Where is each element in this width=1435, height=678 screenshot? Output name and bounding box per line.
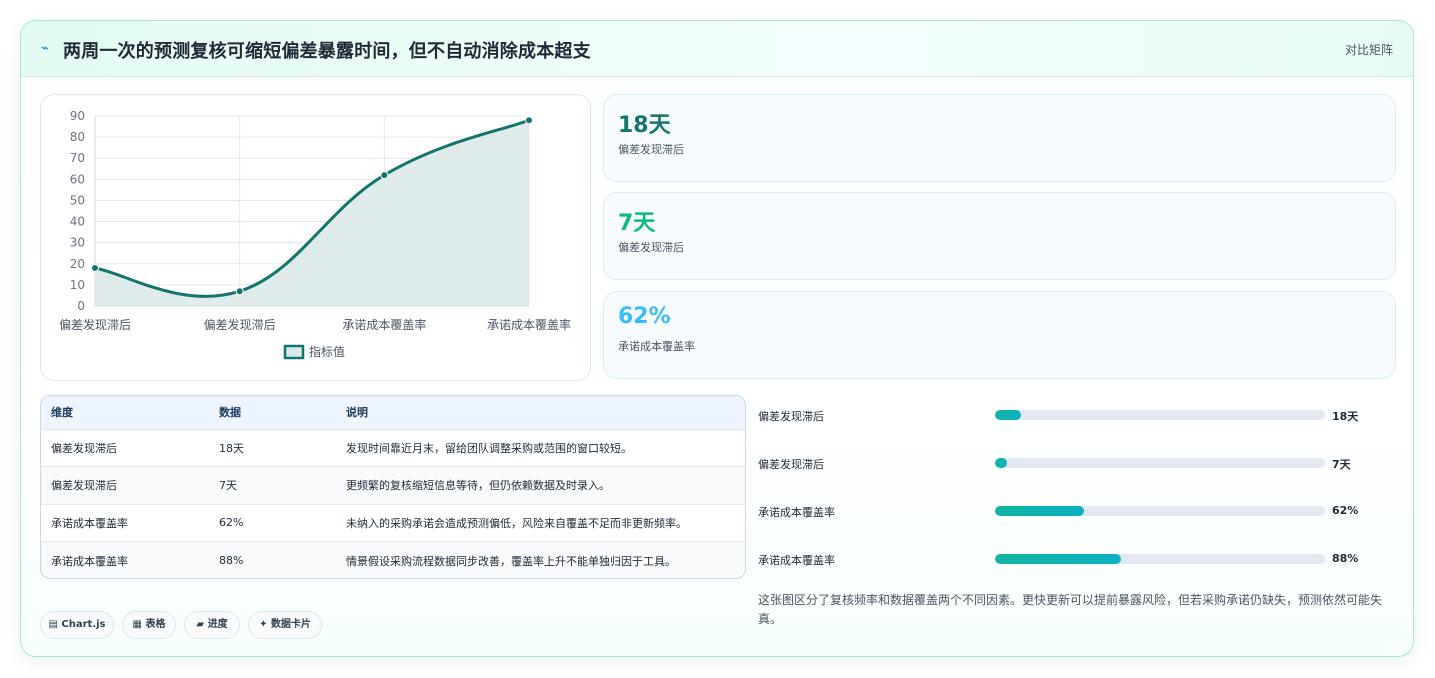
progress-track <box>995 458 1325 468</box>
y-tick-label: 40 <box>70 215 85 229</box>
data-table-panel: 维度 数据 说明 偏差发现滞后 18天 发现时间靠近月末，留给团队调整采购或范围… <box>40 395 746 579</box>
column-header-dimension: 维度 <box>51 406 73 420</box>
progress-label: 偏差发现滞后 <box>758 458 824 471</box>
progress-fill <box>995 458 1007 468</box>
report-card: ⌁ 两周一次的预测复核可缩短偏差暴露时间，但不自动消除成本超支 对比矩阵 0 10… <box>20 20 1414 657</box>
progress-track <box>995 554 1325 564</box>
y-tick-label: 20 <box>70 257 85 271</box>
progress-label: 承诺成本覆盖率 <box>758 506 835 519</box>
progress-row: 偏差发现滞后 18天 <box>758 405 1398 425</box>
y-tick-label: 80 <box>70 130 85 144</box>
stat-value: 18天 <box>618 113 671 138</box>
data-point <box>235 287 244 296</box>
table-row: 承诺成本覆盖率 62% 未纳入的采购承诺会造成预测偏低，风险来自覆盖不足而非更新… <box>41 504 745 542</box>
table-cell: 更频繁的复核缩短信息等待，但仍依赖数据及时录入。 <box>346 479 610 493</box>
column-header-data: 数据 <box>219 406 241 420</box>
chip-progress[interactable]: ▰ 进度 <box>184 611 240 639</box>
progress-value: 7天 <box>1332 458 1351 471</box>
stat-label: 偏差发现滞后 <box>618 143 684 156</box>
chip-chartjs[interactable]: ▤ Chart.js <box>40 611 114 639</box>
stat-label: 承诺成本覆盖率 <box>618 340 695 353</box>
table-row: 偏差发现滞后 18天 发现时间靠近月末，留给团队调整采购或范围的窗口较短。 <box>41 429 745 467</box>
data-point <box>91 264 99 272</box>
progress-icon: ▰ <box>196 619 205 630</box>
progress-track <box>995 410 1325 420</box>
progress-row: 偏差发现滞后 7天 <box>758 453 1398 473</box>
y-tick-label: 70 <box>70 151 85 165</box>
table-cell: 发现时间靠近月末，留给团队调整采购或范围的窗口较短。 <box>346 441 632 455</box>
table-cell: 承诺成本覆盖率 <box>51 516 128 530</box>
y-tick-label: 90 <box>70 109 85 123</box>
series-area <box>95 120 529 306</box>
chip-label: Chart.js <box>61 619 106 630</box>
table-cell: 偏差发现滞后 <box>51 441 117 455</box>
table-cell: 偏差发现滞后 <box>51 479 117 493</box>
y-tick-label: 50 <box>70 193 85 207</box>
table-header-row: 维度 数据 说明 <box>41 396 745 429</box>
stat-value: 62% <box>618 304 671 329</box>
stat-card-3: 62% 承诺成本覆盖率 <box>603 291 1396 379</box>
progress-label: 偏差发现滞后 <box>758 410 824 423</box>
stat-card-1: 18天 偏差发现滞后 <box>603 94 1396 182</box>
table-cell: 未纳入的采购承诺会造成预测偏低，风险来自覆盖不足而非更新频率。 <box>346 516 687 530</box>
x-tick-label: 偏差发现滞后 <box>204 317 276 332</box>
progress-fill <box>995 506 1085 516</box>
y-tick-label: 60 <box>70 172 85 186</box>
table-cell: 88% <box>219 554 244 567</box>
y-tick-label: 10 <box>70 278 85 292</box>
column-header-description: 说明 <box>346 406 368 420</box>
chip-table[interactable]: ▦ 表格 <box>122 611 176 639</box>
chip-label: 进度 <box>207 619 228 630</box>
chip-label: 表格 <box>145 619 166 630</box>
table-cell: 62% <box>219 516 244 530</box>
line-chart: 0 10 20 30 40 50 60 70 80 90 偏差发现滞后 偏差发现滞后 承诺成本覆盖率 承诺… <box>59 109 571 360</box>
chart-icon: ▤ <box>48 619 58 630</box>
legend-swatch <box>283 344 305 360</box>
table-cell: 7天 <box>219 479 237 493</box>
stat-label: 偏差发现滞后 <box>618 241 684 254</box>
progress-value: 18天 <box>1332 410 1359 423</box>
x-tick-label: 偏差发现滞后 <box>59 317 131 332</box>
chip-data-card[interactable]: ✦ 数据卡片 <box>248 611 322 639</box>
table-row: 承诺成本覆盖率 88% 情景假设采购流程数据同步改善，覆盖率上升不能单独归因于工… <box>41 541 745 578</box>
x-tick-label: 承诺成本覆盖率 <box>487 317 571 332</box>
table-cell: 18天 <box>219 441 244 455</box>
progress-track <box>995 506 1325 516</box>
card-header: ⌁ 两周一次的预测复核可缩短偏差暴露时间，但不自动消除成本超支 对比矩阵 <box>21 21 1413 77</box>
data-point <box>380 171 389 180</box>
stat-value: 7天 <box>618 211 656 236</box>
line-chart-panel: 0 10 20 30 40 50 60 70 80 90 偏差发现滞后 偏差发现滞后 承诺成本覆盖率 承诺… <box>40 94 591 381</box>
progress-row: 承诺成本覆盖率 88% <box>758 549 1398 569</box>
progress-fill <box>995 554 1122 564</box>
data-table: 维度 数据 说明 偏差发现滞后 18天 发现时间靠近月末，留给团队调整采购或范围… <box>41 396 745 578</box>
summary-note: 这张图区分了复核频率和数据覆盖两个不同因素。更快更新可以提前暴露风险，但若采购承… <box>758 593 1383 626</box>
table-icon: ▦ <box>132 619 142 630</box>
x-tick-label: 承诺成本覆盖率 <box>342 317 426 332</box>
progress-label: 承诺成本覆盖率 <box>758 554 835 567</box>
progress-value: 62% <box>1332 504 1359 517</box>
progress-fill <box>995 410 1021 420</box>
table-row: 偏差发现滞后 7天 更频繁的复核缩短信息等待，但仍依赖数据及时录入。 <box>41 466 745 504</box>
compare-matrix-link[interactable]: 对比矩阵 <box>1345 41 1393 58</box>
page-title: 两周一次的预测复核可缩短偏差暴露时间，但不自动消除成本超支 <box>63 41 591 62</box>
progress-value: 88% <box>1332 552 1359 565</box>
chip-label: 数据卡片 <box>270 619 311 630</box>
data-point <box>525 116 533 125</box>
y-tick-label: 30 <box>70 236 85 250</box>
sparkle-icon: ✦ <box>259 619 268 630</box>
progress-row: 承诺成本覆盖率 62% <box>758 501 1398 521</box>
stat-card-2: 7天 偏差发现滞后 <box>603 192 1396 280</box>
pulse-icon: ⌁ <box>41 41 49 56</box>
table-cell: 情景假设采购流程数据同步改善，覆盖率上升不能单独归因于工具。 <box>346 554 676 568</box>
table-cell: 承诺成本覆盖率 <box>51 554 128 568</box>
legend-label: 指标值 <box>309 344 345 359</box>
y-tick-label: 0 <box>77 299 85 313</box>
